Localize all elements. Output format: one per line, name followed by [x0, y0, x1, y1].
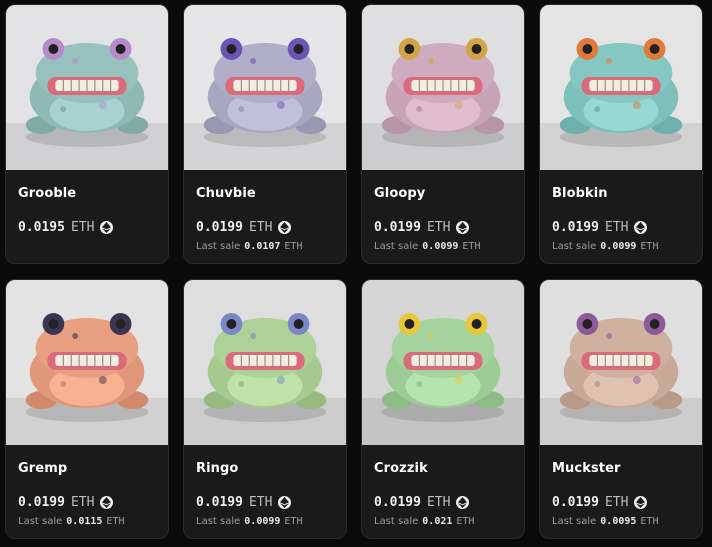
last-sale-label: Last sale [18, 516, 63, 527]
chain-icon [100, 221, 114, 234]
nft-image[interactable] [6, 5, 168, 170]
price-currency: ETH [426, 495, 451, 510]
chain-icon [634, 496, 648, 509]
price-value: 0.0199 [552, 495, 599, 510]
last-sale-currency: ETH [640, 516, 659, 527]
price-row: 0.0195 ETH [18, 220, 156, 235]
last-sale-label: Last sale [374, 241, 419, 252]
nft-image[interactable] [184, 280, 346, 445]
nft-name: Crozzik [374, 461, 428, 476]
nft-card[interactable]: Muckster 0.0199 ETH Last sale 0.0095 ETH [539, 279, 703, 539]
nft-grid: Grooble 0.0195 ETH Chuvbie 0.0199 ETH La… [0, 0, 712, 541]
last-sale-currency: ETH [284, 241, 303, 252]
price-row: 0.0199 ETH [552, 495, 690, 510]
last-sale-value: 0.0099 [600, 241, 637, 252]
nft-name: Gremp [18, 461, 68, 476]
nft-image[interactable] [6, 280, 168, 445]
last-sale-value: 0.021 [422, 516, 453, 527]
price-currency: ETH [426, 220, 451, 235]
price-value: 0.0199 [552, 220, 599, 235]
nft-image[interactable] [540, 280, 702, 445]
last-sale-currency: ETH [456, 516, 475, 527]
price-currency: ETH [70, 220, 95, 235]
nft-image[interactable] [362, 5, 524, 170]
nft-image[interactable] [362, 280, 524, 445]
price-value: 0.0195 [18, 220, 65, 235]
last-sale: Last sale 0.0099 ETH [552, 241, 690, 252]
price-currency: ETH [248, 220, 273, 235]
last-sale-value: 0.0107 [244, 241, 281, 252]
chain-icon [634, 221, 648, 234]
chain-icon [100, 496, 114, 509]
chain-icon [278, 221, 292, 234]
last-sale-label: Last sale [552, 516, 597, 527]
nft-name: Ringo [196, 461, 239, 476]
last-sale-label: Last sale [196, 241, 241, 252]
last-sale: Last sale 0.0099 ETH [374, 241, 512, 252]
last-sale-currency: ETH [106, 516, 125, 527]
last-sale-currency: ETH [462, 241, 481, 252]
nft-name: Grooble [18, 186, 77, 201]
last-sale: Last sale 0.0115 ETH [18, 516, 156, 527]
nft-image[interactable] [184, 5, 346, 170]
chain-icon [456, 496, 470, 509]
last-sale: Last sale 0.0095 ETH [552, 516, 690, 527]
last-sale-label: Last sale [374, 516, 419, 527]
price-value: 0.0199 [374, 220, 421, 235]
last-sale-currency: ETH [284, 516, 303, 527]
price-value: 0.0199 [18, 495, 65, 510]
price-value: 0.0199 [196, 220, 243, 235]
last-sale-value: 0.0095 [600, 516, 637, 527]
price-row: 0.0199 ETH [552, 220, 690, 235]
nft-name: Blobkin [552, 186, 608, 201]
nft-image[interactable] [540, 5, 702, 170]
last-sale-value: 0.0099 [422, 241, 459, 252]
nft-name: Muckster [552, 461, 621, 476]
last-sale-label: Last sale [552, 241, 597, 252]
price-row: 0.0199 ETH [196, 495, 334, 510]
nft-card[interactable]: Ringo 0.0199 ETH Last sale 0.0099 ETH [183, 279, 347, 539]
nft-card[interactable]: Grooble 0.0195 ETH [5, 4, 169, 264]
last-sale: Last sale 0.0099 ETH [196, 516, 334, 527]
nft-card[interactable]: Chuvbie 0.0199 ETH Last sale 0.0107 ETH [183, 4, 347, 264]
last-sale-label: Last sale [196, 516, 241, 527]
price-currency: ETH [604, 495, 629, 510]
nft-name: Gloopy [374, 186, 426, 201]
last-sale: Last sale 0.021 ETH [374, 516, 512, 527]
price-currency: ETH [70, 495, 95, 510]
last-sale-value: 0.0115 [66, 516, 103, 527]
price-row: 0.0199 ETH [374, 220, 512, 235]
price-value: 0.0199 [374, 495, 421, 510]
nft-card[interactable]: Crozzik 0.0199 ETH Last sale 0.021 ETH [361, 279, 525, 539]
nft-card[interactable]: Blobkin 0.0199 ETH Last sale 0.0099 ETH [539, 4, 703, 264]
price-currency: ETH [248, 495, 273, 510]
nft-card[interactable]: Gloopy 0.0199 ETH Last sale 0.0099 ETH [361, 4, 525, 264]
price-row: 0.0199 ETH [18, 495, 156, 510]
last-sale: Last sale 0.0107 ETH [196, 241, 334, 252]
chain-icon [278, 496, 292, 509]
nft-name: Chuvbie [196, 186, 256, 201]
price-row: 0.0199 ETH [196, 220, 334, 235]
last-sale-currency: ETH [640, 241, 659, 252]
chain-icon [456, 221, 470, 234]
price-row: 0.0199 ETH [374, 495, 512, 510]
last-sale-value: 0.0099 [244, 516, 281, 527]
nft-card[interactable]: Gremp 0.0199 ETH Last sale 0.0115 ETH [5, 279, 169, 539]
price-value: 0.0199 [196, 495, 243, 510]
price-currency: ETH [604, 220, 629, 235]
